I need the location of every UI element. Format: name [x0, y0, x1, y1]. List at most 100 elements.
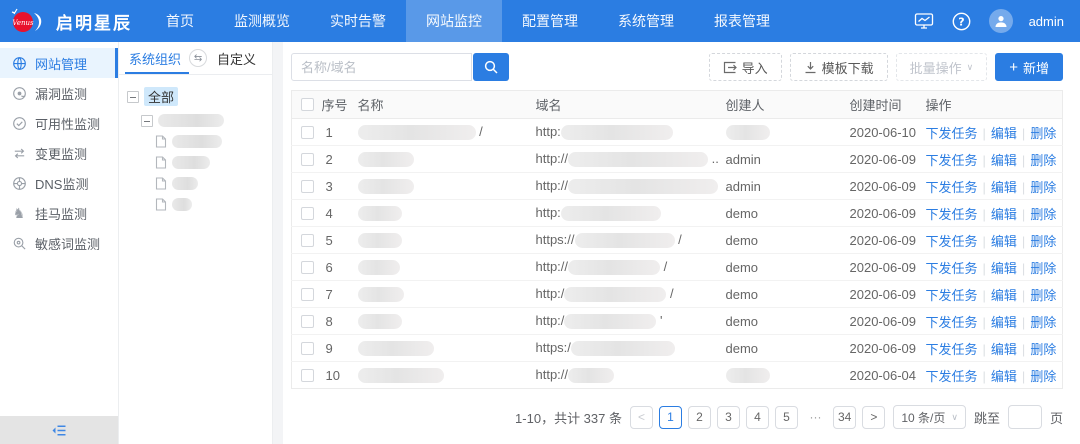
nav-item-2[interactable]: 监测概览: [214, 0, 310, 42]
nav-item-7[interactable]: 报表管理: [694, 0, 790, 42]
sidebar-item-5[interactable]: DNS监测: [0, 168, 118, 198]
tree-node-blurred[interactable]: [127, 156, 264, 169]
cell-actions: 下发任务|编辑|删除: [926, 335, 1063, 362]
delete-link[interactable]: 删除: [1030, 234, 1056, 249]
page-button-1[interactable]: 1: [659, 406, 682, 429]
template-download-button[interactable]: 模板下载: [790, 53, 888, 81]
monitor-chart-icon[interactable]: [913, 10, 935, 32]
nav-item-5[interactable]: 配置管理: [502, 0, 598, 42]
dispatch-task-link[interactable]: 下发任务: [926, 315, 978, 330]
dispatch-task-link[interactable]: 下发任务: [926, 180, 978, 195]
row-checkbox[interactable]: [301, 153, 314, 166]
sidebar-item-6[interactable]: ♞挂马监测: [0, 198, 118, 228]
user-avatar[interactable]: [989, 9, 1013, 33]
cell-creator: admin: [726, 146, 850, 173]
edit-link[interactable]: 编辑: [991, 234, 1017, 249]
tree-collapse-toggle-icon[interactable]: [127, 91, 139, 103]
page-button-3[interactable]: 3: [717, 406, 740, 429]
jump-page-input[interactable]: [1008, 405, 1042, 429]
delete-link[interactable]: 删除: [1030, 288, 1056, 303]
dispatch-task-link[interactable]: 下发任务: [926, 234, 978, 249]
add-button[interactable]: + 新增: [995, 53, 1063, 81]
nav-item-6[interactable]: 系统管理: [598, 0, 694, 42]
tree-root-label[interactable]: 全部: [144, 87, 178, 106]
top-navbar: Venus 启明星辰 首页监测概览实时告警网站监控配置管理系统管理报表管理 ?: [0, 0, 1080, 42]
redacted-text: [358, 233, 402, 248]
delete-link[interactable]: 删除: [1030, 126, 1056, 141]
tree-node-root[interactable]: 全部: [127, 87, 264, 106]
sidebar-item-3[interactable]: 可用性监测: [0, 108, 118, 138]
row-checkbox[interactable]: [301, 126, 314, 139]
row-checkbox[interactable]: [301, 207, 314, 220]
dispatch-task-link[interactable]: 下发任务: [926, 369, 978, 384]
tree-collapse-toggle-icon[interactable]: [141, 115, 153, 127]
edit-link[interactable]: 编辑: [991, 342, 1017, 357]
tree-node-blurred[interactable]: [127, 198, 264, 211]
select-all-checkbox[interactable]: [301, 98, 314, 111]
edit-link[interactable]: 编辑: [991, 369, 1017, 384]
sidebar-collapse-button[interactable]: [0, 416, 118, 444]
nav-item-4[interactable]: 网站监控: [406, 0, 502, 42]
username-label[interactable]: admin: [1029, 14, 1064, 29]
row-checkbox[interactable]: [301, 315, 314, 328]
dispatch-task-link[interactable]: 下发任务: [926, 342, 978, 357]
action-separator: |: [983, 369, 986, 384]
row-checkbox[interactable]: [301, 288, 314, 301]
sidebar-item-4[interactable]: 变更监测: [0, 138, 118, 168]
sidebar-item-2[interactable]: 漏洞监测: [0, 78, 118, 108]
import-icon: [723, 61, 737, 74]
page-size-select[interactable]: 10 条/页 ∨: [893, 405, 966, 429]
page-button-2[interactable]: 2: [688, 406, 711, 429]
page-button-4[interactable]: 4: [746, 406, 769, 429]
edit-link[interactable]: 编辑: [991, 153, 1017, 168]
redacted-text: [568, 179, 718, 194]
delete-link[interactable]: 删除: [1030, 180, 1056, 195]
tree-node-blurred[interactable]: [127, 114, 264, 127]
row-checkbox[interactable]: [301, 342, 314, 355]
tab-system-organization[interactable]: 系统组织: [127, 42, 183, 74]
dispatch-task-link[interactable]: 下发任务: [926, 261, 978, 276]
edit-link[interactable]: 编辑: [991, 126, 1017, 141]
row-checkbox[interactable]: [301, 180, 314, 193]
search-input[interactable]: [291, 53, 472, 81]
dispatch-task-link[interactable]: 下发任务: [926, 207, 978, 222]
prev-page-button[interactable]: <: [630, 406, 653, 429]
delete-link[interactable]: 删除: [1030, 369, 1056, 384]
import-button[interactable]: 导入: [709, 53, 782, 81]
page-button-5[interactable]: 5: [775, 406, 798, 429]
tree-node-blurred[interactable]: [127, 177, 264, 190]
action-separator: |: [1022, 234, 1025, 249]
sidebar-item-1[interactable]: 网站管理: [0, 48, 118, 78]
nav-item-1[interactable]: 首页: [146, 0, 214, 42]
sidebar-item-7[interactable]: 敏感词监测: [0, 228, 118, 258]
batch-operation-button[interactable]: 批量操作 ∨: [896, 53, 988, 81]
row-checkbox[interactable]: [301, 234, 314, 247]
edit-link[interactable]: 编辑: [991, 261, 1017, 276]
tab-custom[interactable]: 自定义: [215, 42, 258, 74]
edit-link[interactable]: 编辑: [991, 207, 1017, 222]
dispatch-task-link[interactable]: 下发任务: [926, 153, 978, 168]
delete-link[interactable]: 删除: [1030, 315, 1056, 330]
edit-link[interactable]: 编辑: [991, 180, 1017, 195]
delete-link[interactable]: 删除: [1030, 342, 1056, 357]
delete-link[interactable]: 删除: [1030, 261, 1056, 276]
next-page-button[interactable]: >: [862, 406, 885, 429]
plus-icon: +: [1009, 60, 1018, 75]
cell-domain: http://: [536, 362, 726, 389]
svg-text:Venus: Venus: [12, 19, 34, 27]
row-checkbox[interactable]: [301, 369, 314, 382]
edit-link[interactable]: 编辑: [991, 315, 1017, 330]
cell-domain: https:// /: [536, 227, 726, 254]
search-button[interactable]: [473, 53, 509, 81]
dispatch-task-link[interactable]: 下发任务: [926, 288, 978, 303]
dispatch-task-link[interactable]: 下发任务: [926, 126, 978, 141]
page-button-34[interactable]: 34: [833, 406, 856, 429]
nav-item-3[interactable]: 实时告警: [310, 0, 406, 42]
help-icon[interactable]: ?: [951, 10, 973, 32]
swap-tabs-icon[interactable]: ⇆: [189, 49, 207, 67]
delete-link[interactable]: 删除: [1030, 207, 1056, 222]
tree-node-blurred[interactable]: [127, 135, 264, 148]
row-checkbox[interactable]: [301, 261, 314, 274]
edit-link[interactable]: 编辑: [991, 288, 1017, 303]
delete-link[interactable]: 删除: [1030, 153, 1056, 168]
